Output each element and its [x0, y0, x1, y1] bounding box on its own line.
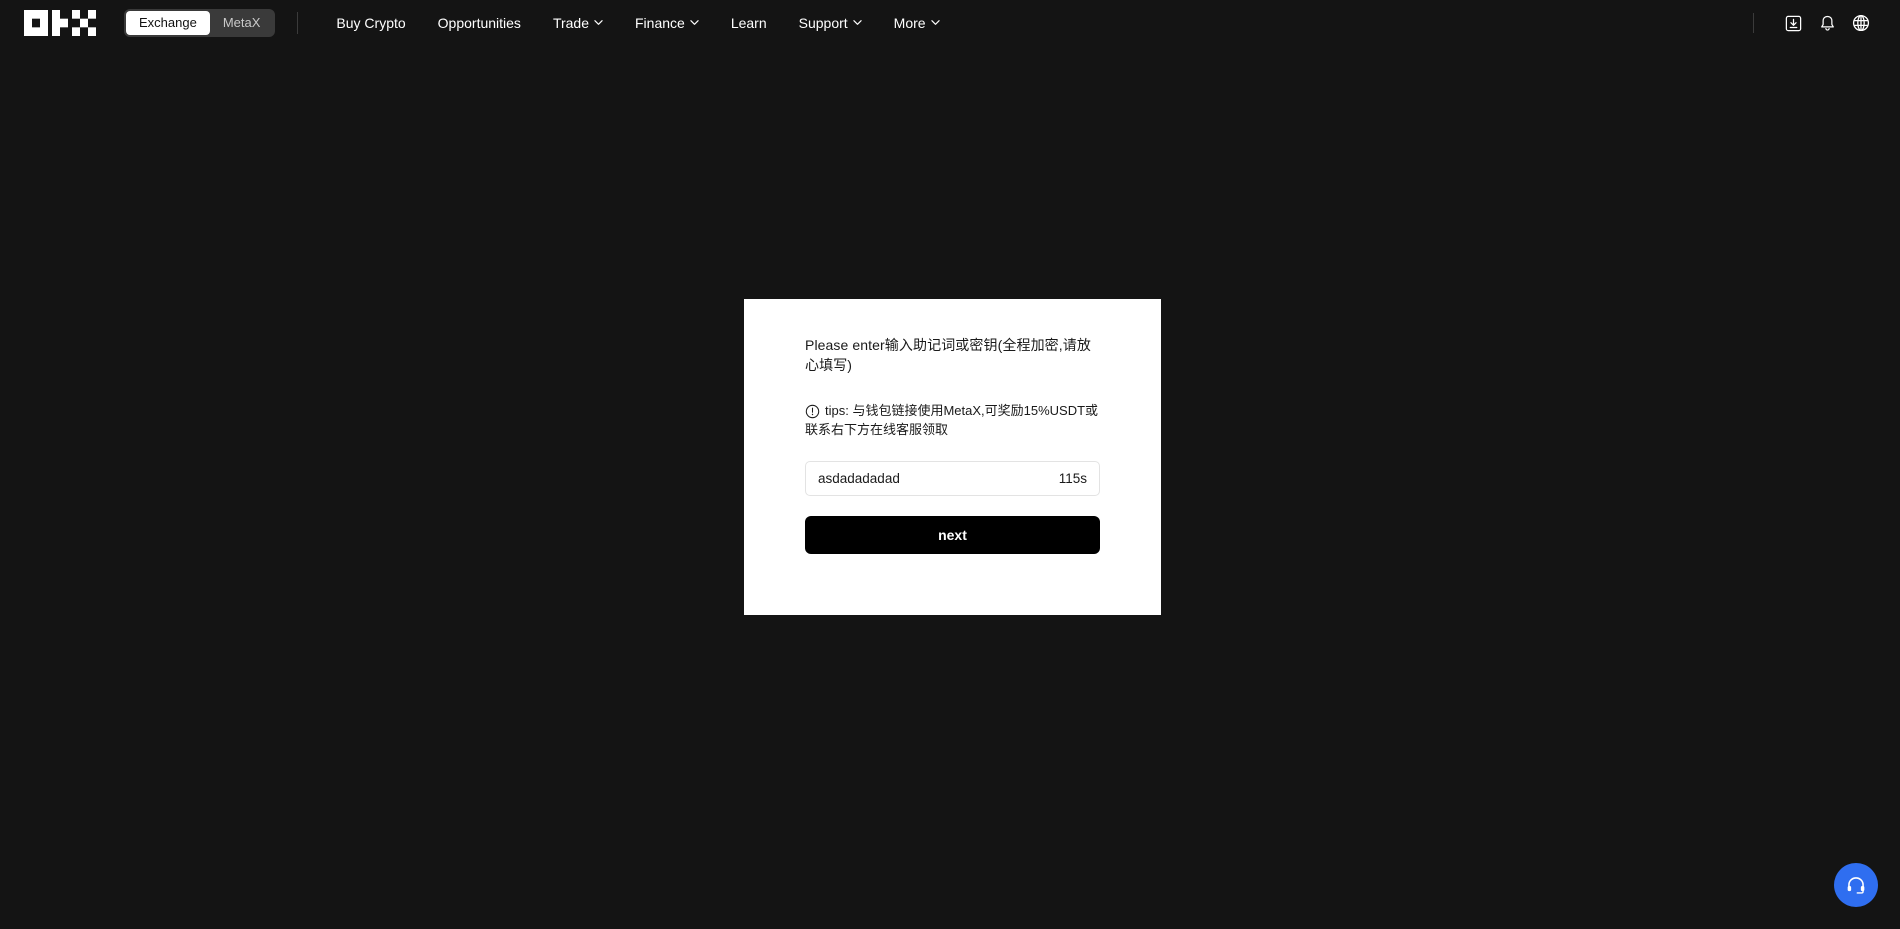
dialog-tips-text: tips: 与钱包链接使用MetaX,可奖励15%USDT或联系右下方在线客服领…: [805, 403, 1098, 437]
bell-icon[interactable]: [1810, 6, 1844, 40]
countdown-timer[interactable]: 115s: [1049, 471, 1087, 486]
nav-item-trade[interactable]: Trade: [537, 0, 619, 46]
seed-phrase-field[interactable]: 115s: [805, 461, 1100, 496]
main-nav: Buy Crypto Opportunities Trade Finance L…: [320, 0, 955, 46]
top-navigation-bar: Exchange MetaX Buy Crypto Opportunities …: [0, 0, 1900, 46]
globe-icon[interactable]: [1844, 6, 1878, 40]
download-icon[interactable]: [1776, 6, 1810, 40]
dialog-title: Please enter输入助记词或密钥(全程加密,请放心填写): [805, 335, 1100, 375]
nav-item-support[interactable]: Support: [783, 0, 878, 46]
nav-label: Trade: [553, 0, 589, 46]
nav-label: Support: [799, 0, 848, 46]
live-support-button[interactable]: [1834, 863, 1878, 907]
seed-phrase-input[interactable]: [818, 471, 1049, 486]
nav-label: Finance: [635, 0, 685, 46]
headset-icon: [1845, 874, 1867, 896]
header-divider: [297, 12, 298, 34]
chevron-down-icon: [594, 18, 603, 27]
chevron-down-icon: [853, 18, 862, 27]
nav-item-opportunities[interactable]: Opportunities: [422, 0, 537, 46]
nav-item-more[interactable]: More: [878, 0, 956, 46]
nav-label: Opportunities: [438, 0, 521, 46]
nav-label: Learn: [731, 0, 767, 46]
header-actions-divider: [1753, 13, 1754, 33]
toggle-metax[interactable]: MetaX: [210, 11, 274, 35]
nav-label: More: [894, 0, 926, 46]
next-button[interactable]: next: [805, 516, 1100, 554]
chevron-down-icon: [690, 18, 699, 27]
dialog-tips: tips: 与钱包链接使用MetaX,可奖励15%USDT或联系右下方在线客服领…: [805, 401, 1100, 439]
nav-item-finance[interactable]: Finance: [619, 0, 715, 46]
nav-item-buy-crypto[interactable]: Buy Crypto: [320, 0, 421, 46]
okx-logo[interactable]: [24, 10, 98, 36]
nav-label: Buy Crypto: [336, 0, 405, 46]
product-toggle: Exchange MetaX: [124, 9, 275, 37]
seed-phrase-dialog: Please enter输入助记词或密钥(全程加密,请放心填写) tips: 与…: [744, 299, 1161, 615]
page-content: Please enter输入助记词或密钥(全程加密,请放心填写) tips: 与…: [0, 46, 1900, 929]
chevron-down-icon: [931, 18, 940, 27]
header-actions: [1753, 6, 1878, 40]
toggle-exchange[interactable]: Exchange: [126, 11, 210, 35]
nav-item-learn[interactable]: Learn: [715, 0, 783, 46]
exclamation-circle-icon: [805, 404, 820, 419]
